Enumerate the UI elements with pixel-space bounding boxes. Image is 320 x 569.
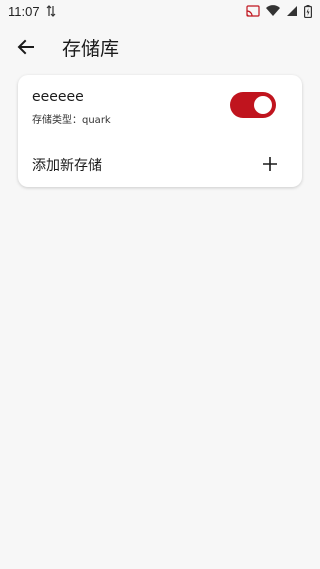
- storage-card: eeeeee 存储类型：quark 添加新存储: [18, 75, 302, 187]
- status-left: 11:07: [8, 4, 56, 19]
- data-transfer-icon: [46, 5, 56, 17]
- plus-icon: [263, 157, 277, 171]
- add-storage-button[interactable]: 添加新存储: [18, 147, 302, 183]
- status-right: [246, 4, 312, 18]
- signal-icon: [286, 5, 298, 17]
- status-bar: 11:07: [0, 0, 320, 22]
- cast-icon: [246, 5, 260, 17]
- storage-enabled-toggle[interactable]: [230, 92, 276, 118]
- app-bar: 存储库: [0, 22, 320, 72]
- status-time: 11:07: [8, 3, 40, 19]
- arrow-back-icon: [17, 39, 34, 55]
- battery-icon: [304, 4, 312, 18]
- storage-type: 存储类型：quark: [32, 115, 111, 126]
- add-storage-label: 添加新存储: [32, 158, 102, 174]
- toggle-knob: [254, 96, 272, 114]
- back-button[interactable]: [14, 35, 38, 59]
- storage-item[interactable]: eeeeee 存储类型：quark: [18, 75, 302, 135]
- wifi-icon: [266, 5, 280, 17]
- storage-name: eeeeee: [32, 89, 84, 105]
- page-title: 存储库: [62, 37, 120, 60]
